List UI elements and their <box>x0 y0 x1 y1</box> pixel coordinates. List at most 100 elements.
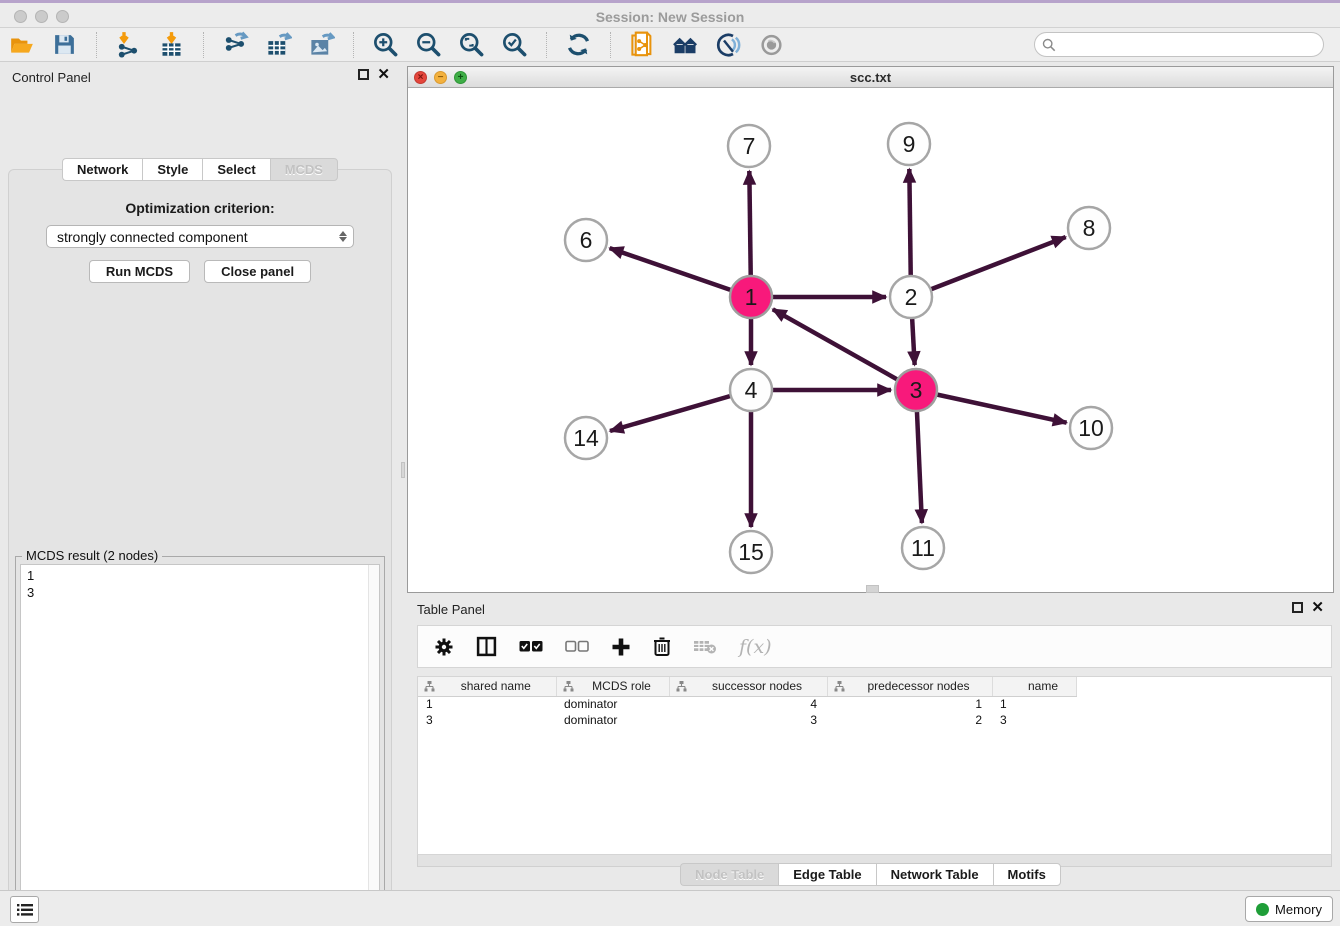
graph-edge-3-1[interactable] <box>773 309 916 390</box>
close-panel-button[interactable]: Close panel <box>204 260 311 283</box>
graph-node-label: 10 <box>1078 415 1104 441</box>
zoom-in-icon[interactable] <box>372 31 399 58</box>
zoom-selected-icon[interactable] <box>501 31 528 58</box>
tab-motifs[interactable]: Motifs <box>993 863 1061 886</box>
table-toolbar: f(x) <box>417 625 1332 668</box>
graph-node-label: 14 <box>573 425 599 451</box>
zoom-fit-icon[interactable] <box>458 31 485 58</box>
graph-node-label: 2 <box>905 284 918 310</box>
tab-select[interactable]: Select <box>202 158 269 181</box>
tab-network[interactable]: Network <box>62 158 142 181</box>
result-line: 3 <box>27 584 379 601</box>
tab-network-table[interactable]: Network Table <box>876 863 993 886</box>
network-window: × − + scc.txt 7968124314101511 <box>407 66 1334 593</box>
close-table-panel-icon[interactable]: ✕ <box>1311 602 1324 613</box>
float-panel-icon[interactable] <box>358 69 369 80</box>
float-table-panel-icon[interactable] <box>1292 602 1303 613</box>
delete-row-icon[interactable] <box>653 636 671 657</box>
tab-edge-table[interactable]: Edge Table <box>778 863 875 886</box>
network-window-titlebar[interactable]: × − + scc.txt <box>408 67 1333 88</box>
open-session-home-icon[interactable] <box>672 31 699 58</box>
toolbar-separator <box>203 32 204 58</box>
result-scrollbar[interactable] <box>368 565 379 925</box>
node-table[interactable]: shared name MCDS role successor nodes pr… <box>417 676 1332 855</box>
dropdown-value: strongly connected component <box>57 229 248 245</box>
delete-table-icon <box>693 639 717 655</box>
save-session-icon[interactable] <box>51 31 78 58</box>
search-input[interactable] <box>1061 37 1323 52</box>
column-header-successor-nodes[interactable]: successor nodes <box>669 677 827 696</box>
zoom-out-icon[interactable] <box>415 31 442 58</box>
column-header-mcds-role[interactable]: MCDS role <box>556 677 669 696</box>
optimization-criterion-label: Optimization criterion: <box>9 200 391 216</box>
result-line: 1 <box>27 567 379 584</box>
settings-gear-icon[interactable] <box>434 637 454 657</box>
column-header-predecessor-nodes[interactable]: predecessor nodes <box>827 677 992 696</box>
open-file-icon[interactable] <box>8 31 35 58</box>
graph-node-label: 7 <box>743 133 756 159</box>
function-builder-icon: f(x) <box>739 636 772 658</box>
chevron-updown-icon <box>339 231 347 242</box>
toggle-columns-icon[interactable] <box>476 636 497 657</box>
mcds-result-text[interactable]: 1 3 <box>20 564 380 926</box>
search-field[interactable] <box>1034 32 1324 57</box>
graph-node-label: 1 <box>745 284 758 310</box>
table-row[interactable]: 1 dominator 4 1 1 <box>418 696 1076 712</box>
graph-node-label: 11 <box>911 535 935 561</box>
status-bar: Memory <box>0 890 1340 926</box>
search-icon <box>1042 38 1056 52</box>
add-row-icon[interactable] <box>611 637 631 657</box>
run-mcds-button[interactable]: Run MCDS <box>89 260 190 283</box>
toolbar-separator <box>96 32 97 58</box>
graph-edge-2-8[interactable] <box>911 237 1066 297</box>
panel-splitter[interactable] <box>400 62 407 890</box>
horizontal-splitter-grip[interactable] <box>866 585 879 593</box>
clone-network-icon[interactable] <box>629 31 656 58</box>
window-titlebar: Session: New Session <box>0 0 1340 28</box>
column-type-icon <box>834 681 845 695</box>
export-image-icon[interactable] <box>308 31 335 58</box>
import-network-icon[interactable] <box>115 31 142 58</box>
main-toolbar <box>0 28 1340 62</box>
graph-node-label: 3 <box>910 377 923 403</box>
table-row[interactable]: 3 dominator 3 2 3 <box>418 712 1076 728</box>
control-panel: Control Panel ✕ Network Style Select MCD… <box>0 62 400 890</box>
memory-status-icon <box>1256 903 1269 916</box>
export-network-icon[interactable] <box>222 31 249 58</box>
graph-node-label: 8 <box>1083 215 1096 241</box>
graph-edge-3-10[interactable] <box>916 390 1067 423</box>
splitter-grip[interactable] <box>401 462 405 478</box>
column-header-shared-name[interactable]: shared name <box>418 677 556 696</box>
graph-node-label: 6 <box>580 227 593 253</box>
column-header-name[interactable]: name <box>992 677 1076 696</box>
mcds-result-title: MCDS result (2 nodes) <box>22 548 162 563</box>
import-table-icon[interactable] <box>158 31 185 58</box>
cyndex-browser-icon[interactable] <box>715 31 742 58</box>
table-panel-title: Table Panel <box>417 602 485 617</box>
network-canvas[interactable]: 7968124314101511 <box>408 88 1333 592</box>
list-icon <box>17 903 33 917</box>
optimization-criterion-select[interactable]: strongly connected component <box>46 225 354 248</box>
window-title: Session: New Session <box>0 9 1340 25</box>
graph-node-label: 9 <box>903 131 916 157</box>
unselect-all-icon[interactable] <box>565 640 589 653</box>
tab-mcds[interactable]: MCDS <box>270 158 338 181</box>
graph-node-label: 15 <box>738 539 764 565</box>
toolbar-separator <box>353 32 354 58</box>
select-all-icon[interactable] <box>519 640 543 653</box>
tab-node-table[interactable]: Node Table <box>680 863 778 886</box>
hidden-eye-icon <box>758 31 785 58</box>
toolbar-separator <box>610 32 611 58</box>
table-panel: Table Panel ✕ f(x) <box>407 595 1334 890</box>
memory-button[interactable]: Memory <box>1245 896 1333 922</box>
close-panel-icon[interactable]: ✕ <box>377 69 390 80</box>
tab-style[interactable]: Style <box>142 158 202 181</box>
apply-preferred-layout-icon[interactable] <box>565 31 592 58</box>
memory-label: Memory <box>1275 902 1322 917</box>
show-task-history-button[interactable] <box>10 896 39 923</box>
graph-edge-1-6[interactable] <box>610 248 751 297</box>
mcds-result-box: MCDS result (2 nodes) 1 3 <box>15 556 385 926</box>
export-table-icon[interactable] <box>265 31 292 58</box>
table-header-row: shared name MCDS role successor nodes pr… <box>418 677 1076 696</box>
toolbar-separator <box>546 32 547 58</box>
